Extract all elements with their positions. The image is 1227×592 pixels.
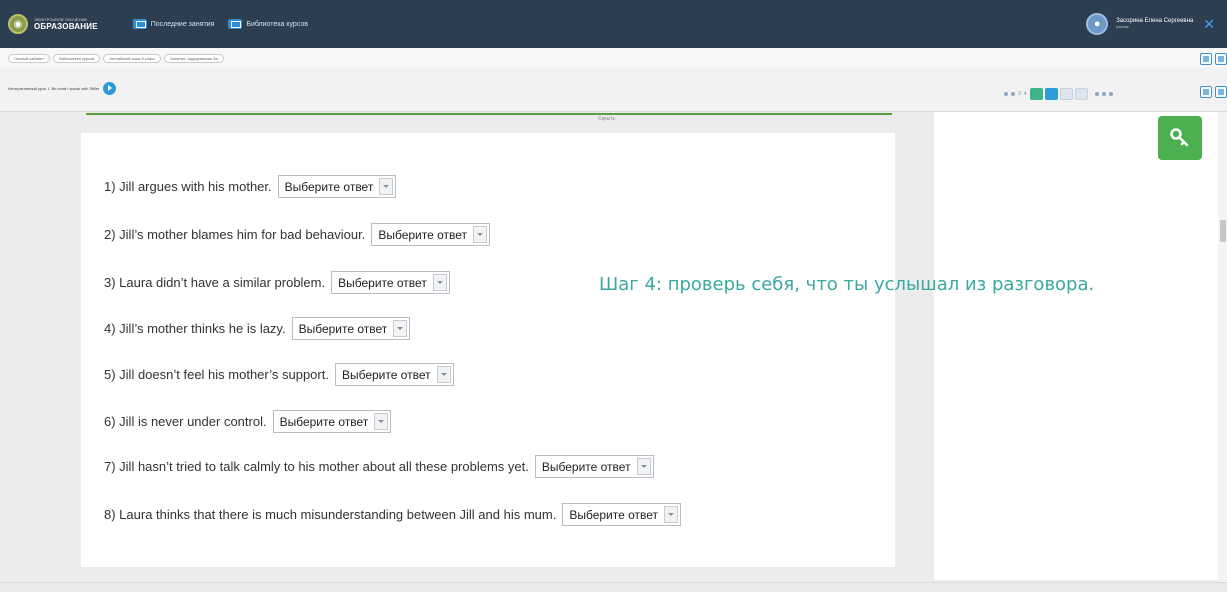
top-nav: Последние занятия Библиотека курсов	[132, 19, 322, 29]
question-text: 6) Jill is never under control.	[104, 414, 267, 429]
question-text: 5) Jill doesn’t feel his mother’s suppor…	[104, 367, 329, 382]
answer-select-value: Выберите ответ	[338, 275, 427, 290]
breadcrumb-item[interactable]: Занятие: Аудирование 9а	[164, 53, 224, 63]
question-text: 7) Jill hasn’t tried to talk calmly to h…	[104, 459, 529, 474]
user-menu[interactable]: ● Засорина Елена Сергеевна ученик ✕	[1086, 0, 1215, 48]
breadcrumb-item[interactable]: Английский язык 9 класс	[103, 53, 162, 63]
list-item: 8) Laura thinks that there is much misun…	[104, 503, 682, 526]
pager-next-icon[interactable]	[1101, 92, 1106, 96]
scrollbar-thumb[interactable]	[1220, 220, 1226, 242]
answer-select-value: Выберите ответ	[569, 507, 659, 522]
vertical-scrollbar[interactable]	[1218, 112, 1227, 582]
list-item: 4) Jill’s mother thinks he is lazy. Выбе…	[104, 317, 411, 340]
list-item: 6) Jill is never under control. Выберите…	[104, 410, 392, 433]
breadcrumb-item[interactable]: Личный кабинет	[8, 53, 51, 63]
answer-select[interactable]: Выберите ответ	[562, 503, 682, 526]
top-header: ◉ ЭЛЕКТРОННОЕ ОБУЧЕНИЕ ОБРАЗОВАНИЕ После…	[0, 0, 1227, 48]
user-icon: ●	[1086, 13, 1109, 35]
list-item: 3) Laura didn’t have a similar problem. …	[104, 271, 450, 294]
chevron-down-icon	[436, 366, 451, 383]
step-annotation: Шаг 4: проверь себя, что ты услышал из р…	[599, 274, 1095, 295]
pager: 3 4	[1004, 88, 1116, 100]
pager-prev-icon[interactable]	[1011, 92, 1015, 96]
play-icon[interactable]	[103, 82, 117, 95]
answer-select-value: Выберите ответ	[378, 227, 468, 242]
side-panel	[934, 112, 1218, 580]
list-item: 1) Jill argues with his mother. Выберите…	[104, 175, 397, 198]
answer-select[interactable]: Выберите ответ	[291, 317, 411, 340]
mode-button[interactable]	[1044, 88, 1058, 100]
question-text: 8) Laura thinks that there is much misun…	[104, 507, 557, 522]
chevron-down-icon	[432, 274, 447, 291]
layout-toggle-icon[interactable]	[1200, 53, 1212, 65]
list-item: 5) Jill doesn’t feel his mother’s suppor…	[104, 363, 454, 386]
logo-emblem-icon: ◉	[8, 14, 28, 34]
section-collapse-label[interactable]: Скрыть	[598, 116, 615, 122]
library-icon	[228, 19, 243, 29]
pager-number[interactable]: 4	[1024, 91, 1027, 97]
answer-select[interactable]: Выберите ответ	[371, 223, 491, 246]
lesson-toolbar: Интерактивный урок 1. Be what I speak wi…	[0, 68, 1227, 112]
user-role: ученик	[1116, 24, 1129, 30]
logo-title: ОБРАЗОВАНИЕ	[34, 21, 98, 31]
horizontal-scrollbar[interactable]	[0, 582, 1227, 592]
chevron-down-icon	[379, 178, 394, 195]
panel-toggle-icon[interactable]	[1200, 86, 1212, 98]
chevron-down-icon	[664, 506, 679, 523]
answer-select[interactable]: Выберите ответ	[277, 175, 397, 198]
pager-last-icon[interactable]	[1108, 92, 1113, 96]
lesson-title: Интерактивный урок 1. Be what I speak wi…	[8, 82, 117, 95]
logo[interactable]: ◉ ЭЛЕКТРОННОЕ ОБУЧЕНИЕ ОБРАЗОВАНИЕ	[8, 14, 98, 34]
mode-button[interactable]	[1074, 88, 1088, 100]
nav-recent-lessons-label: Последние занятия	[150, 20, 215, 28]
section-divider	[86, 113, 892, 115]
task-panel	[81, 133, 895, 567]
pager-first-icon[interactable]	[1004, 92, 1008, 96]
pager-number[interactable]: 3	[1018, 91, 1021, 97]
breadcrumb: Личный кабинет Библиотека курсов Английс…	[0, 48, 1227, 68]
chevron-down-icon	[636, 458, 651, 475]
breadcrumb-item[interactable]: Библиотека курсов	[53, 53, 101, 63]
layout-toggle-icon[interactable]	[1215, 53, 1227, 65]
panel-toggle-icon[interactable]	[1215, 86, 1227, 98]
answer-select-value: Выберите ответ	[341, 367, 431, 382]
close-icon[interactable]: ✕	[1203, 16, 1215, 33]
mode-button[interactable]	[1059, 88, 1073, 100]
answer-select-value: Выберите ответ	[298, 321, 388, 336]
nav-recent-lessons[interactable]: Последние занятия	[132, 19, 215, 29]
calendar-icon	[132, 19, 147, 29]
lesson-title-label: Интерактивный урок 1. Be what I speak wi…	[8, 86, 100, 91]
list-item: 7) Jill hasn’t tried to talk calmly to h…	[104, 455, 654, 478]
answer-select[interactable]: Выберите ответ	[331, 271, 450, 294]
pager-next-icon[interactable]	[1094, 92, 1099, 96]
answer-select[interactable]: Выберите ответ	[334, 363, 454, 386]
answer-select[interactable]: Выберите ответ	[534, 455, 654, 478]
list-item: 2) Jill’s mother blames him for bad beha…	[104, 223, 491, 246]
nav-course-library-label: Библиотека курсов	[246, 20, 309, 28]
nav-course-library[interactable]: Библиотека курсов	[228, 19, 308, 29]
mode-button[interactable]	[1029, 88, 1043, 100]
question-text: 2) Jill’s mother blames him for bad beha…	[104, 227, 366, 242]
chevron-down-icon	[393, 320, 408, 337]
logo-subtitle: ЭЛЕКТРОННОЕ ОБУЧЕНИЕ	[34, 16, 88, 22]
question-text: 3) Laura didn’t have a similar problem.	[104, 275, 326, 290]
chevron-down-icon	[473, 226, 488, 243]
check-answers-button[interactable]	[1158, 116, 1202, 160]
answer-select-value: Выберите ответ	[284, 179, 374, 194]
key-icon	[1170, 128, 1189, 147]
question-text: 4) Jill’s mother thinks he is lazy.	[104, 321, 286, 336]
answer-select[interactable]: Выберите ответ	[272, 410, 392, 433]
question-text: 1) Jill argues with his mother.	[104, 179, 272, 194]
chevron-down-icon	[374, 413, 389, 430]
answer-select-value: Выберите ответ	[279, 414, 369, 429]
answer-select-value: Выберите ответ	[541, 459, 631, 474]
